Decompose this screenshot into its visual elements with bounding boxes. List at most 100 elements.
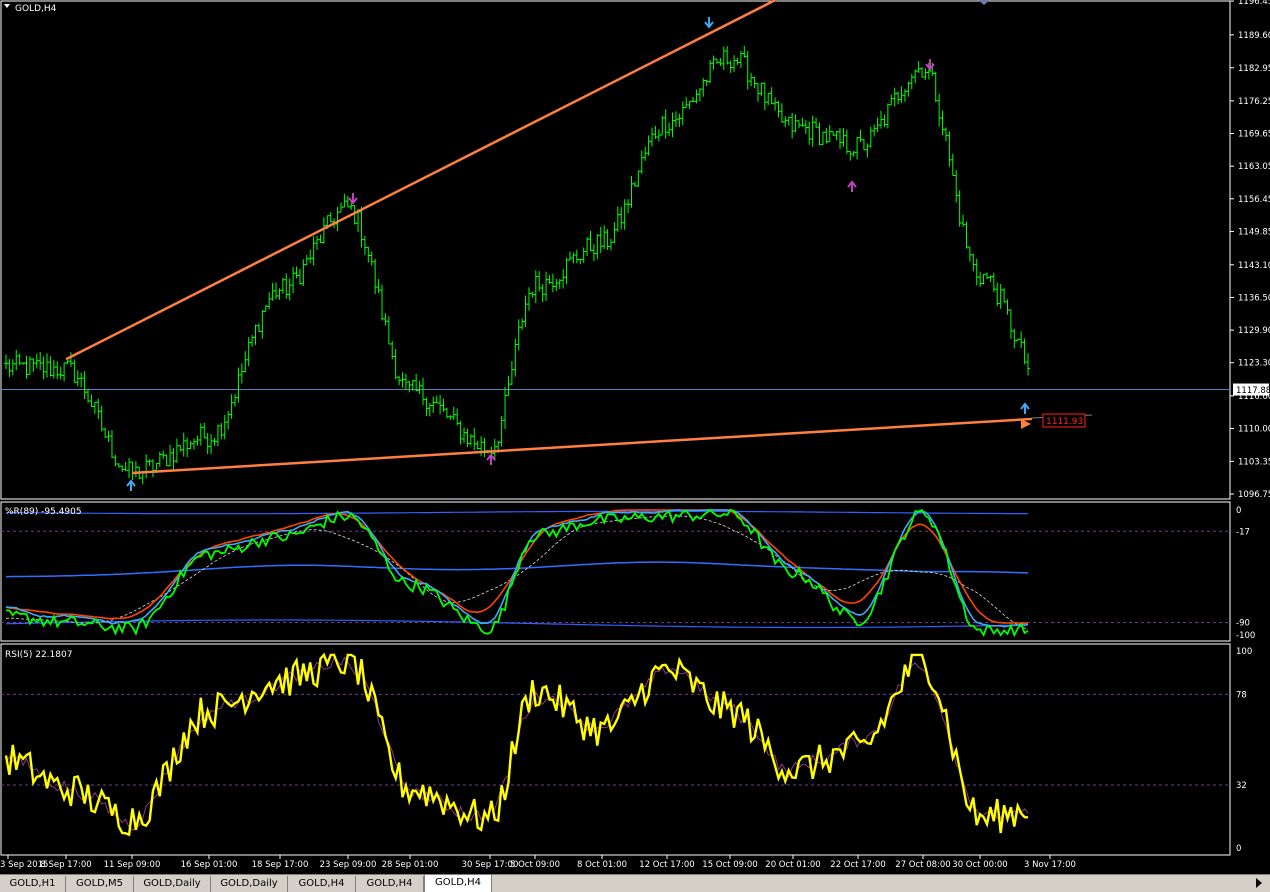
- price-bar: [947, 131, 952, 167]
- price-bar: [407, 380, 412, 393]
- price-bar: [957, 190, 962, 227]
- price-bar: [359, 206, 364, 248]
- price-bar: [270, 282, 275, 301]
- price-bar: [872, 124, 877, 137]
- price-bar: [147, 459, 152, 466]
- price-bar: [694, 89, 699, 104]
- chart-tabs: GOLD,H1 GOLD,M5 GOLD,Daily GOLD,Daily GO…: [0, 874, 1270, 892]
- price-bar: [687, 100, 692, 110]
- price-bar: [308, 249, 313, 264]
- price-bar: [981, 273, 986, 285]
- price-bar: [304, 254, 309, 266]
- buy-arrow-icon: [126, 479, 136, 491]
- wr-level-label: -17: [1236, 527, 1250, 537]
- buy-arrow-icon: [486, 453, 496, 465]
- price-bar: [691, 96, 696, 102]
- price-bar: [161, 450, 166, 460]
- price-bar: [937, 93, 942, 127]
- rsi-level-label: 0: [1236, 844, 1241, 854]
- price-bar: [544, 271, 549, 301]
- price-axis-label: 1169.65: [1238, 130, 1270, 140]
- price-axis-label: 1189.60: [1238, 31, 1270, 41]
- price-bar: [991, 272, 996, 293]
- price-bar: [65, 360, 70, 365]
- price-bar: [892, 87, 897, 107]
- price-bar: [984, 272, 989, 280]
- price-bar: [540, 284, 545, 303]
- price-axis-label: 1149.85: [1238, 227, 1270, 237]
- price-bar: [978, 271, 983, 288]
- chart-canvas[interactable]: 0 -17 -90 -100 100 78 32 0 GOLD,H4 %R(89) -95.…: [0, 0, 1270, 874]
- tab-gold-h4-active[interactable]: GOLD,H4: [424, 874, 492, 892]
- price-bar: [742, 45, 747, 58]
- rsi-panel[interactable]: 100 78 32 0: [1, 647, 1252, 854]
- price-bar: [383, 313, 388, 326]
- price-bar: [41, 356, 46, 380]
- price-bar: [267, 292, 272, 310]
- price-axis-label: 1163.05: [1238, 162, 1270, 172]
- price-bar: [38, 352, 43, 370]
- price-bar: [280, 277, 285, 294]
- price-axis-label: 1136.50: [1238, 293, 1270, 303]
- tab-gold-h4-2[interactable]: GOLD,H4: [356, 876, 424, 892]
- dropdown-icon[interactable]: [4, 4, 10, 8]
- price-bar: [455, 408, 460, 426]
- price-bar: [861, 139, 866, 151]
- price-bar: [1012, 328, 1017, 349]
- price-bar: [656, 129, 661, 142]
- tab-gold-daily[interactable]: GOLD,Daily: [134, 876, 211, 892]
- price-bar: [704, 79, 709, 87]
- price-bar: [537, 271, 542, 292]
- price-bar: [328, 212, 333, 223]
- price-bar: [86, 388, 91, 403]
- price-bar: [509, 361, 514, 386]
- price-bar: [198, 423, 203, 446]
- time-axis-label: 3 Nov 17:00: [1024, 860, 1076, 870]
- tab-gold-h1[interactable]: GOLD,H1: [0, 876, 66, 892]
- price-bar: [427, 402, 432, 417]
- price-bar: [318, 234, 323, 243]
- time-axis-label: 8 Sep 17:00: [40, 860, 91, 870]
- price-bar: [379, 284, 384, 321]
- tab-gold-h4[interactable]: GOLD,H4: [288, 876, 356, 892]
- price-bar: [311, 236, 316, 266]
- price-bar: [503, 386, 508, 429]
- wr-level-label: -90: [1236, 619, 1250, 629]
- price-bar: [598, 226, 603, 254]
- price-axis-label: 1196.45: [1238, 0, 1270, 7]
- rsi-level-label: 78: [1236, 690, 1247, 700]
- price-bar: [612, 222, 617, 244]
- price-bar: [215, 424, 220, 447]
- price-bar: [438, 395, 443, 415]
- price-bar: [550, 273, 555, 293]
- price-bar: [10, 359, 15, 376]
- price-bar: [4, 354, 8, 370]
- price-bar: [820, 131, 825, 146]
- tab-gold-m5[interactable]: GOLD,M5: [66, 876, 134, 892]
- price-bar: [444, 407, 449, 419]
- price-bar: [954, 170, 959, 203]
- price-bar: [116, 463, 121, 468]
- price-bar: [561, 269, 566, 289]
- target-price-label: 1111.93: [1046, 417, 1083, 427]
- price-bar: [123, 461, 128, 472]
- price-bar: [1019, 331, 1024, 349]
- price-bar: [660, 115, 665, 136]
- price-bar: [844, 129, 849, 154]
- price-bar: [824, 127, 829, 144]
- price-bar: [106, 430, 111, 442]
- price-bar: [653, 125, 658, 139]
- price-bar: [738, 50, 743, 68]
- williams-r-panel[interactable]: 0 -17 -90 -100: [1, 506, 1255, 641]
- price-bar: [205, 432, 210, 455]
- price-bar: [663, 109, 668, 139]
- sell-arrow-icon: [925, 59, 935, 71]
- price-bar: [209, 434, 214, 455]
- tab-gold-daily-2[interactable]: GOLD,Daily: [211, 876, 288, 892]
- price-bar: [810, 115, 815, 147]
- rsi-title: RSI(5) 22.1807: [5, 650, 72, 660]
- tabs-scroll-right-icon[interactable]: [1256, 878, 1262, 888]
- time-axis-label: 5 Oct 09:00: [510, 860, 560, 870]
- price-bar: [263, 304, 268, 312]
- price-bar: [1022, 338, 1027, 365]
